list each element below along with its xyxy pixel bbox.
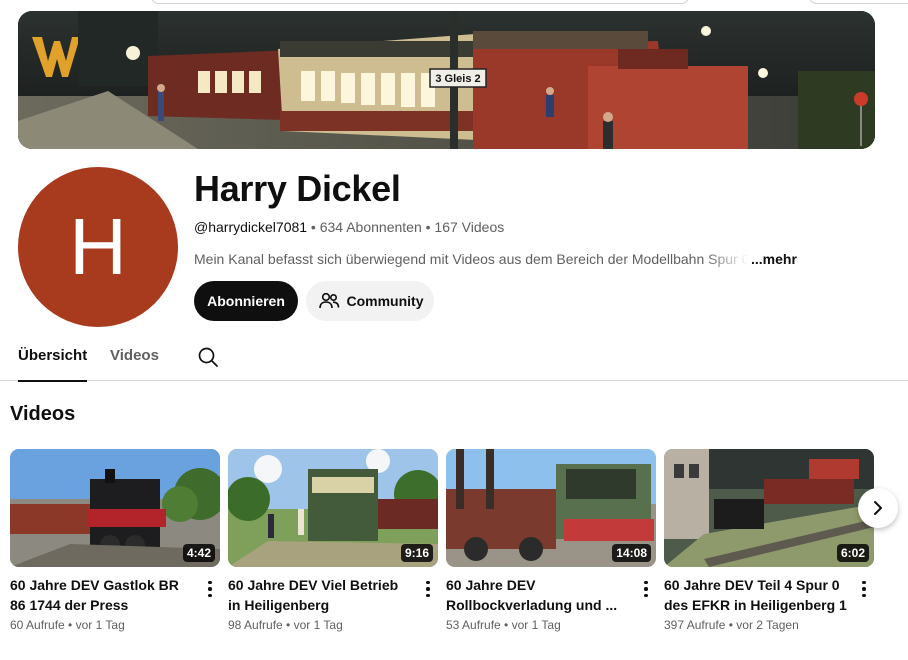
subscribe-button[interactable]: Abonnieren [194, 281, 298, 321]
video-duration: 14:08 [612, 544, 651, 562]
masthead-button-edge[interactable] [808, 0, 908, 4]
video-meta: 53 Aufrufe • vor 1 Tag [446, 618, 561, 632]
video-duration: 9:16 [400, 544, 433, 562]
video-title[interactable]: 60 Jahre DEV Viel Betrieb in Heiligenber… [228, 575, 413, 615]
more-actions-icon[interactable] [422, 579, 434, 599]
subscriber-count: 634 Abonnenten [319, 219, 422, 235]
video-thumbnail[interactable]: 6:02 [664, 449, 874, 567]
video-age: vor 1 Tag [293, 618, 343, 632]
meta-separator: • [421, 219, 435, 235]
section-title: Videos [10, 403, 76, 425]
video-meta: 60 Aufrufe • vor 1 Tag [10, 618, 125, 632]
video-meta: 98 Aufrufe • vor 1 Tag [228, 618, 343, 632]
video-views: 60 Aufrufe [10, 618, 65, 632]
video-card[interactable]: 9:16 60 Jahre DEV Viel Betrieb in Heilig… [228, 449, 438, 632]
shelf-next-button[interactable] [858, 488, 898, 528]
video-views: 98 Aufrufe [228, 618, 283, 632]
channel-avatar[interactable]: H [18, 167, 178, 327]
channel-description[interactable]: Mein Kanal befasst sich überwiegend mit … [194, 251, 797, 267]
more-actions-icon[interactable] [858, 579, 870, 599]
avatar-letter: H [69, 202, 127, 291]
video-views: 397 Aufrufe [664, 618, 726, 632]
community-button[interactable]: Community [306, 281, 434, 321]
video-duration: 4:42 [182, 544, 215, 562]
banner-track-sign: 3 Gleis 2 [435, 73, 480, 85]
tab-videos[interactable]: Videos [110, 335, 159, 381]
tab-search-icon[interactable] [196, 345, 220, 369]
video-card[interactable]: 14:08 60 Jahre DEV Rollbockverladung und… [446, 449, 656, 632]
video-title[interactable]: 60 Jahre DEV Rollbockverladung und ... [446, 575, 631, 615]
channel-banner: 3 Gleis 2 [18, 11, 875, 149]
video-thumbnail[interactable]: 4:42 [10, 449, 220, 567]
video-shelf: 4:42 60 Jahre DEV Gastlok BR 86 1744 der… [10, 449, 908, 649]
top-masthead-edge [0, 0, 908, 6]
community-label: Community [346, 293, 424, 309]
search-box-edge[interactable] [150, 0, 690, 4]
more-actions-icon[interactable] [204, 579, 216, 599]
video-views: 53 Aufrufe [446, 618, 501, 632]
banner-image: 3 Gleis 2 [18, 11, 875, 149]
search-icon [198, 347, 218, 367]
community-icon [318, 292, 339, 309]
video-card[interactable]: 6:02 60 Jahre DEV Teil 4 Spur 0 des EFKR… [664, 449, 874, 632]
video-title[interactable]: 60 Jahre DEV Gastlok BR 86 1744 der Pres… [10, 575, 195, 615]
video-count: 167 Videos [434, 219, 505, 235]
channel-handle: @harrydickel7081 [194, 219, 308, 235]
video-age: vor 1 Tag [511, 618, 561, 632]
video-age: vor 2 Tagen [736, 618, 799, 632]
video-thumbnail[interactable]: 9:16 [228, 449, 438, 567]
video-duration: 6:02 [836, 544, 869, 562]
video-age: vor 1 Tag [75, 618, 125, 632]
video-title[interactable]: 60 Jahre DEV Teil 4 Spur 0 des EFKR in H… [664, 575, 849, 615]
meta-separator: • [307, 219, 320, 235]
video-meta: 397 Aufrufe • vor 2 Tagen [664, 618, 799, 632]
description-text: Mein Kanal befasst sich überwiegend mit … [194, 251, 749, 267]
video-thumbnail[interactable]: 14:08 [446, 449, 656, 567]
channel-name: Harry Dickel [194, 168, 401, 209]
chevron-right-icon [874, 501, 882, 515]
more-link[interactable]: ...mehr [751, 251, 797, 267]
channel-meta: @harrydickel7081 • 634 Abonnenten • 167 … [194, 219, 504, 235]
video-card[interactable]: 4:42 60 Jahre DEV Gastlok BR 86 1744 der… [10, 449, 220, 632]
more-actions-icon[interactable] [640, 579, 652, 599]
tab-overview[interactable]: Übersicht [18, 335, 88, 382]
channel-tabs: Übersicht Videos [0, 335, 908, 382]
